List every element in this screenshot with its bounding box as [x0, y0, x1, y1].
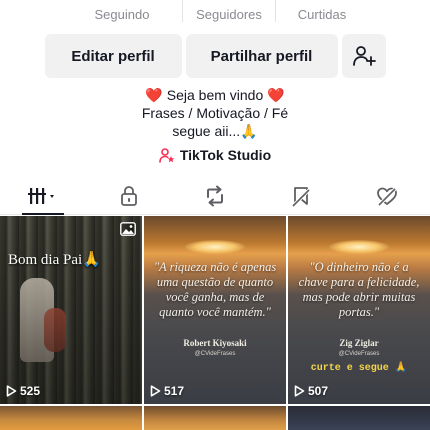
play-icon: [6, 385, 17, 397]
video-thumbnail[interactable]: [0, 406, 142, 430]
video-thumbnail[interactable]: Bom dia Pai🙏 525: [0, 216, 142, 404]
tab-private[interactable]: [86, 178, 172, 214]
likes-label: Curtidas: [297, 7, 347, 22]
tab-videos[interactable]: [0, 178, 86, 215]
thumbnail-cta: curte e segue 🙏: [310, 363, 408, 374]
view-count-value: 517: [164, 384, 185, 398]
tab-favorites[interactable]: [258, 178, 344, 214]
bio-line: ❤️ Seja bem vindo ❤️: [145, 87, 285, 103]
thumbnail-author: Robert Kiyosaki: [183, 338, 247, 348]
lock-icon: [121, 186, 137, 206]
tab-liked[interactable]: [344, 178, 430, 214]
view-count-value: 525: [20, 384, 41, 398]
thumbnail-sun: [329, 240, 389, 254]
studio-icon: [159, 148, 175, 163]
thumbnail-handle: @CVideFrases: [338, 351, 380, 357]
bio-line: Frases / Motivação / Fé: [141, 105, 289, 121]
following-label[interactable]: Seguindo: [62, 0, 182, 30]
thumbnail-handle: @CVideFrases: [194, 351, 236, 357]
followers-label[interactable]: Seguidores: [183, 0, 275, 30]
thumbnail-author: Zig Ziglar: [339, 338, 379, 348]
video-thumbnail[interactable]: "A riqueza não é apenas uma questão de q…: [144, 216, 286, 404]
profile-stats: Seguindo Seguidores Curtidas: [0, 0, 430, 30]
profile-tabs: [0, 178, 430, 215]
video-thumbnail[interactable]: "O dinheiro não é a chave para a felicid…: [288, 216, 430, 404]
thumbnail-figure: [44, 308, 66, 352]
bookmark-icon: [291, 187, 311, 207]
profile-actions: Editar perfil Partilhar perfil: [0, 34, 430, 78]
view-count: 517: [150, 384, 184, 398]
video-thumbnail[interactable]: [144, 406, 286, 430]
thumbnail-title: Bom dia Pai🙏: [8, 252, 101, 268]
view-count-value: 507: [308, 384, 329, 398]
heart-icon: [377, 187, 397, 207]
thumbnail-quote: "O dinheiro não é a chave para a felicid…: [298, 260, 420, 319]
tab-reposts[interactable]: [172, 178, 258, 214]
grid-icon: [28, 188, 54, 204]
video-grid: Bom dia Pai🙏 525 "A riqueza não é apenas…: [0, 216, 430, 404]
view-count: 525: [6, 384, 40, 398]
studio-label: TikTok Studio: [179, 147, 272, 163]
edit-profile-button[interactable]: Editar perfil: [44, 34, 182, 78]
add-user-icon: [352, 46, 376, 66]
video-grid-row: [0, 406, 430, 430]
view-count: 507: [294, 384, 328, 398]
bio-line: segue aii...🙏: [172, 123, 258, 139]
thumbnail-quote: "A riqueza não é apenas uma questão de q…: [153, 260, 277, 319]
profile-bio: ❤️ Seja bem vindo ❤️ Frases / Motivação …: [0, 86, 430, 140]
thumbnail-sun: [185, 240, 245, 254]
add-friend-button[interactable]: [341, 34, 386, 78]
play-icon: [150, 385, 161, 397]
share-profile-button[interactable]: Partilhar perfil: [185, 34, 338, 78]
repost-icon: [207, 185, 223, 207]
photo-icon: [120, 222, 136, 236]
tiktok-studio-link[interactable]: TikTok Studio: [0, 147, 430, 163]
play-icon: [294, 385, 305, 397]
video-thumbnail[interactable]: [288, 406, 430, 430]
